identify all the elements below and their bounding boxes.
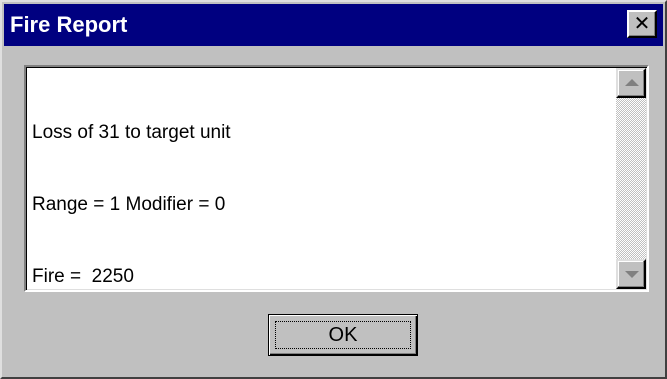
scroll-down-button[interactable] [616,259,646,289]
scroll-up-button[interactable] [616,68,646,98]
ok-button-label: OK [328,324,358,346]
arrow-down-icon [625,271,639,278]
arrow-up-icon [625,79,639,86]
report-text-area[interactable]: Loss of 31 to target unit Range = 1 Modi… [24,65,649,292]
close-icon: ✕ [633,11,651,35]
report-line: Fire = 2250 [32,266,134,287]
close-button[interactable]: ✕ [627,10,657,38]
window-title: Fire Report [10,12,128,37]
report-text: Loss of 31 to target unit Range = 1 Modi… [32,73,231,337]
fire-report-dialog: Fire Report ✕ Loss of 31 to target unit … [0,0,667,379]
title-bar[interactable]: Fire Report ✕ [4,4,663,46]
report-line: Loss of 31 to target unit [32,122,231,143]
vertical-scrollbar[interactable] [616,68,646,289]
report-line: Range = 1 Modifier = 0 [32,194,226,215]
ok-button[interactable]: OK [268,314,418,356]
